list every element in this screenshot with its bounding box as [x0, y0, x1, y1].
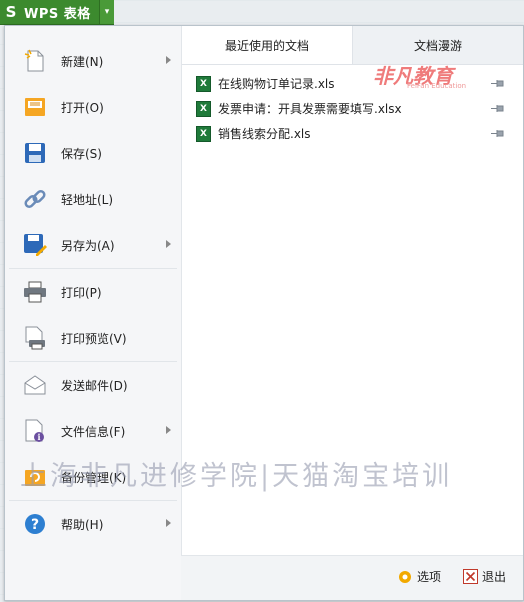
gear-icon [399, 570, 411, 583]
recent-document-item[interactable]: X 销售线索分配.xls [182, 121, 523, 146]
svg-text:i: i [37, 432, 40, 442]
options-label: 选项 [417, 570, 442, 584]
excel-file-icon: X [196, 125, 211, 142]
recent-document-item[interactable]: X 发票申请：开具发票需要填写.xlsx [182, 96, 523, 121]
menu-item-open[interactable]: 打开(O) [5, 84, 181, 130]
pin-icon[interactable] [491, 79, 505, 88]
wps-menu-button[interactable]: S WPS 表格 ▾ [0, 0, 114, 25]
help-icon: ? [21, 510, 49, 538]
document-name: 发票申请：开具发票需要填写.xlsx [218, 102, 402, 116]
tab-label: 文档漫游 [413, 38, 462, 53]
pin-icon[interactable] [491, 104, 505, 113]
submenu-arrow-icon [166, 240, 171, 248]
document-tabs: 最近使用的文档 文档漫游 [182, 26, 523, 65]
feifan-logo-subtitle: FeiFan Education [407, 82, 467, 90]
document-name: 在线购物订单记录.xls [218, 77, 335, 91]
submenu-arrow-icon [166, 56, 171, 64]
print-preview-icon [21, 324, 49, 352]
app-title: WPS 表格 [24, 6, 91, 22]
excel-file-icon: X [196, 75, 211, 92]
menu-item-label: 打开(O) [61, 100, 104, 115]
pin-icon[interactable] [491, 129, 505, 138]
tab-recent-documents[interactable]: 最近使用的文档 [182, 26, 352, 64]
close-icon [463, 569, 478, 584]
wps-logo-icon: S [5, 3, 17, 21]
menu-item-label: 打印预览(V) [61, 331, 127, 346]
menu-item-light-address[interactable]: 轻地址(L) [5, 176, 181, 222]
menu-item-label: 帮助(H) [61, 517, 104, 532]
menu-item-label: 轻地址(L) [61, 192, 114, 207]
menu-item-label: 文件信息(F) [61, 424, 126, 439]
save-disk-icon [21, 139, 49, 167]
exit-label: 退出 [482, 570, 507, 584]
submenu-arrow-icon [166, 426, 171, 434]
excel-file-icon: X [196, 100, 211, 117]
mail-icon [21, 371, 49, 399]
open-folder-icon [21, 93, 49, 121]
menu-item-label: 发送邮件(D) [61, 378, 128, 393]
tab-document-roaming[interactable]: 文档漫游 [352, 26, 523, 64]
menu-item-label: 另存为(A) [61, 238, 115, 253]
menu-item-label: 新建(N) [61, 54, 104, 69]
submenu-arrow-icon [166, 519, 171, 527]
options-button[interactable]: 选项 [397, 568, 441, 585]
menu-commands: 新建(N) 打开(O) 保存(S) 轻地址(L) 另存为(A) 打印(P) 打印… [5, 26, 181, 600]
link-icon [21, 185, 49, 213]
exit-button[interactable]: 退出 [463, 568, 506, 585]
recent-document-list: X 在线购物订单记录.xls X 发票申请：开具发票需要填写.xlsx X 销售… [182, 65, 523, 146]
menu-footer: 选项 退出 [181, 555, 523, 600]
file-info-icon: i [21, 417, 49, 445]
file-menu-panel: 新建(N) 打开(O) 保存(S) 轻地址(L) 另存为(A) 打印(P) 打印… [4, 25, 524, 601]
menu-item-new[interactable]: 新建(N) [5, 38, 181, 84]
menu-item-send-mail[interactable]: 发送邮件(D) [5, 362, 181, 408]
menu-item-label: 保存(S) [61, 146, 102, 161]
svg-text:?: ? [31, 517, 39, 533]
training-watermark: 上海非凡进修学院|天猫淘宝培训 [20, 461, 453, 492]
menu-item-save[interactable]: 保存(S) [5, 130, 181, 176]
menu-item-file-info[interactable]: i 文件信息(F) [5, 408, 181, 454]
menu-item-print[interactable]: 打印(P) [5, 269, 181, 315]
document-name: 销售线索分配.xls [218, 127, 311, 141]
menu-item-label: 打印(P) [61, 285, 102, 300]
printer-icon [21, 278, 49, 306]
new-document-icon [21, 47, 49, 75]
recent-document-item[interactable]: X 在线购物订单记录.xls [182, 71, 523, 96]
menu-item-help[interactable]: ? 帮助(H) [5, 501, 181, 547]
menu-item-print-preview[interactable]: 打印预览(V) [5, 315, 181, 361]
dropdown-arrow-icon[interactable]: ▾ [99, 0, 114, 24]
menu-item-save-as[interactable]: 另存为(A) [5, 222, 181, 268]
save-as-icon [21, 231, 49, 259]
